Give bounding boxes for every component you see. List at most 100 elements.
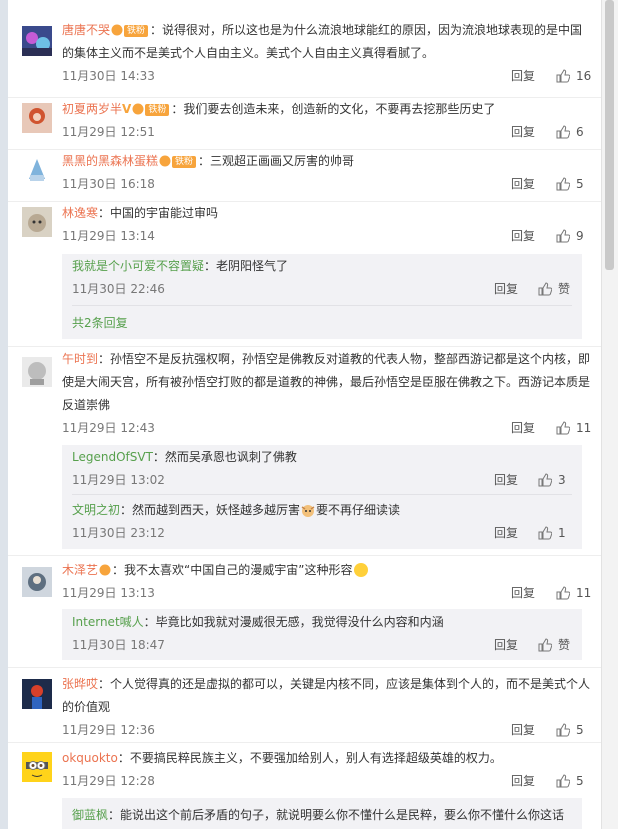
avatar[interactable] xyxy=(22,752,52,782)
comment-username[interactable]: okquokto xyxy=(62,751,118,765)
comment-item: 林逸寒：中国的宇宙能过审吗 11月29日 13:14 回复 9 我就是个小可爱不… xyxy=(8,201,601,347)
like-count: 16 xyxy=(576,69,592,83)
scrollbar-thumb[interactable] xyxy=(605,0,614,270)
fan-badge: 铁粉 xyxy=(145,104,170,116)
avatar[interactable] xyxy=(22,567,52,597)
comment-text: 唐唐不哭 铁粉 ：说得很对，所以这也是为什么流浪地球能红的原因，因为流浪地球表现的是… xyxy=(62,19,592,65)
like-button[interactable]: 9 xyxy=(556,225,584,247)
divider xyxy=(72,305,572,306)
comment-item: okquokto：不要搞民粹民族主义，不要强加给别人，别人有选择超级英雄的权力。… xyxy=(8,742,601,829)
reply-username[interactable]: 御蓝枫 xyxy=(72,808,108,822)
reply-button[interactable]: 回复 xyxy=(494,634,518,656)
reply-content-tail: 要不再仔细读读 xyxy=(316,503,401,517)
avatar[interactable] xyxy=(22,103,52,133)
reply-username[interactable]: 文明之初 xyxy=(72,503,120,517)
comment-item: 初夏两岁半V 铁粉 ：我们要去创造未来，创造新的文化，不要再去挖那些历史了 11月2… xyxy=(8,97,601,150)
reply-content: ：然而吴承恩也讽刺了佛教 xyxy=(152,450,297,464)
comment-text: 初夏两岁半V 铁粉 ：我们要去创造未来，创造新的文化，不要再去挖那些历史了 xyxy=(62,98,592,121)
reply-meta: 11月30日 23:12 回复 1 xyxy=(72,522,572,544)
divider xyxy=(72,494,572,495)
reply-content: ：能说出这个前后矛盾的句子，就说明要么你不懂什么是民粹，要么你不懂什么你这话 xyxy=(108,808,565,822)
comment-content: ：孙悟空不是反抗强权啊，孙悟空是佛教反对道教的代表人物，整部西游记都是这个内核，… xyxy=(62,352,591,412)
reply-button[interactable]: 回复 xyxy=(494,469,518,491)
like-count: 3 xyxy=(558,473,566,487)
thumbs-up-icon xyxy=(556,125,571,139)
cat-emoji-icon xyxy=(301,505,315,517)
avatar[interactable] xyxy=(22,679,52,709)
like-button[interactable]: 5 xyxy=(556,770,584,792)
comment-username[interactable]: 张晔哎 xyxy=(62,677,98,691)
comment-panel: 唐唐不哭 铁粉 ：说得很对，所以这也是为什么流浪地球能红的原因，因为流浪地球表现的是… xyxy=(8,0,601,829)
like-button[interactable]: 11 xyxy=(556,582,591,604)
sub-reply: 我就是个小可爱不容置疑：老阴阳怪气了 11月30日 22:46 回复 赞 xyxy=(72,255,572,300)
comment-time: 11月29日 12:28 xyxy=(62,774,155,788)
like-button[interactable]: 3 xyxy=(538,469,566,491)
reply-button[interactable]: 回复 xyxy=(511,417,535,439)
comment-time: 11月29日 12:36 xyxy=(62,723,155,737)
like-button[interactable]: 赞 xyxy=(538,278,570,300)
comment-time: 11月29日 12:43 xyxy=(62,421,155,435)
comment-content: ：我们要去创造未来，创造新的文化，不要再去挖那些历史了 xyxy=(171,102,496,116)
reply-username[interactable]: LegendOfSVT xyxy=(72,450,153,464)
reply-username[interactable]: Internet喊人 xyxy=(72,615,144,629)
avatar[interactable] xyxy=(22,26,52,56)
thumbs-up-icon xyxy=(556,69,571,83)
reply-button[interactable]: 回复 xyxy=(511,65,535,87)
reply-button[interactable]: 回复 xyxy=(511,225,535,247)
comment-time: 11月29日 12:51 xyxy=(62,125,155,139)
reply-username[interactable]: 我就是个小可爱不容置疑 xyxy=(72,259,204,273)
reply-button[interactable]: 回复 xyxy=(511,719,535,741)
comment-meta: 11月29日 12:36 回复 5 xyxy=(62,719,592,741)
more-replies-link[interactable]: 共2条回复 xyxy=(72,314,128,331)
comment-username[interactable]: 黑黑的黑森林蛋糕 xyxy=(62,154,158,168)
comment-username[interactable]: 唐唐不哭 xyxy=(62,23,110,37)
reply-button[interactable]: 回复 xyxy=(511,770,535,792)
sub-reply: 文明之初：然而越到西天，妖怪越多越厉害 要不再仔细读读 11月30日 23:12 … xyxy=(72,499,572,544)
like-button[interactable]: 5 xyxy=(556,173,584,195)
like-count: 1 xyxy=(558,526,566,540)
like-count: 6 xyxy=(576,125,584,139)
like-button[interactable]: 赞 xyxy=(538,634,570,656)
comment-meta: 11月29日 13:13 回复 11 xyxy=(62,582,592,604)
reply-content: ：老阴阳怪气了 xyxy=(204,259,289,273)
reply-button[interactable]: 回复 xyxy=(494,278,518,300)
reply-box: 我就是个小可爱不容置疑：老阴阳怪气了 11月30日 22:46 回复 赞 共2条… xyxy=(62,254,582,339)
like-count: 9 xyxy=(576,229,584,243)
reply-content: ：毕竟比如我就对漫威很无感，我觉得没什么内容和内涵 xyxy=(143,615,444,629)
comment-time: 11月29日 13:14 xyxy=(62,229,155,243)
avatar[interactable] xyxy=(22,357,52,387)
avatar[interactable] xyxy=(22,155,52,185)
comment-username[interactable]: 初夏两岁半 xyxy=(62,102,122,116)
comment-item: 唐唐不哭 铁粉 ：说得很对，所以这也是为什么流浪地球能红的原因，因为流浪地球表现的是… xyxy=(8,0,601,97)
thumbs-up-icon xyxy=(556,177,571,191)
comment-text: 午时到：孙悟空不是反抗强权啊，孙悟空是佛教反对道教的代表人物，整部西游记都是这个… xyxy=(62,348,592,417)
comment-content: ：不要搞民粹民族主义，不要强加给别人，别人有选择超级英雄的权力。 xyxy=(117,751,502,765)
comment-username[interactable]: 林逸寒 xyxy=(62,206,98,220)
comment-meta: 11月29日 13:14 回复 9 xyxy=(62,225,592,247)
like-button[interactable]: 5 xyxy=(556,719,584,741)
reply-button[interactable]: 回复 xyxy=(511,173,535,195)
thumbs-up-icon xyxy=(538,473,553,487)
comment-username[interactable]: 午时到 xyxy=(62,352,98,366)
comment-meta: 11月29日 12:51 回复 6 xyxy=(62,121,592,143)
reply-button[interactable]: 回复 xyxy=(511,121,535,143)
reply-button[interactable]: 回复 xyxy=(511,582,535,604)
comment-username[interactable]: 木泽艺 xyxy=(62,563,98,577)
comment-meta: 11月30日 16:18 回复 5 xyxy=(62,173,592,195)
reply-meta: 11月30日 18:47 回复 赞 xyxy=(72,634,572,656)
like-button[interactable]: 6 xyxy=(556,121,584,143)
reply-content: ：然而越到西天，妖怪越多越厉害 xyxy=(120,503,301,517)
comment-content: ：中国的宇宙能过审吗 xyxy=(98,206,219,220)
thumbs-up-icon xyxy=(556,229,571,243)
thumbs-up-icon xyxy=(556,586,571,600)
fan-badge: 铁粉 xyxy=(124,25,149,37)
comment-time: 11月30日 14:33 xyxy=(62,69,155,83)
avatar[interactable] xyxy=(22,207,52,237)
reply-button[interactable]: 回复 xyxy=(494,522,518,544)
comment-meta: 11月29日 12:28 回复 5 xyxy=(62,770,592,792)
like-button[interactable]: 11 xyxy=(556,417,591,439)
reply-box: 御蓝枫：能说出这个前后矛盾的句子，就说明要么你不懂什么是民粹，要么你不懂什么你这… xyxy=(62,798,582,829)
like-button[interactable]: 16 xyxy=(556,65,591,87)
like-label: 赞 xyxy=(558,638,571,652)
like-button[interactable]: 1 xyxy=(538,522,566,544)
